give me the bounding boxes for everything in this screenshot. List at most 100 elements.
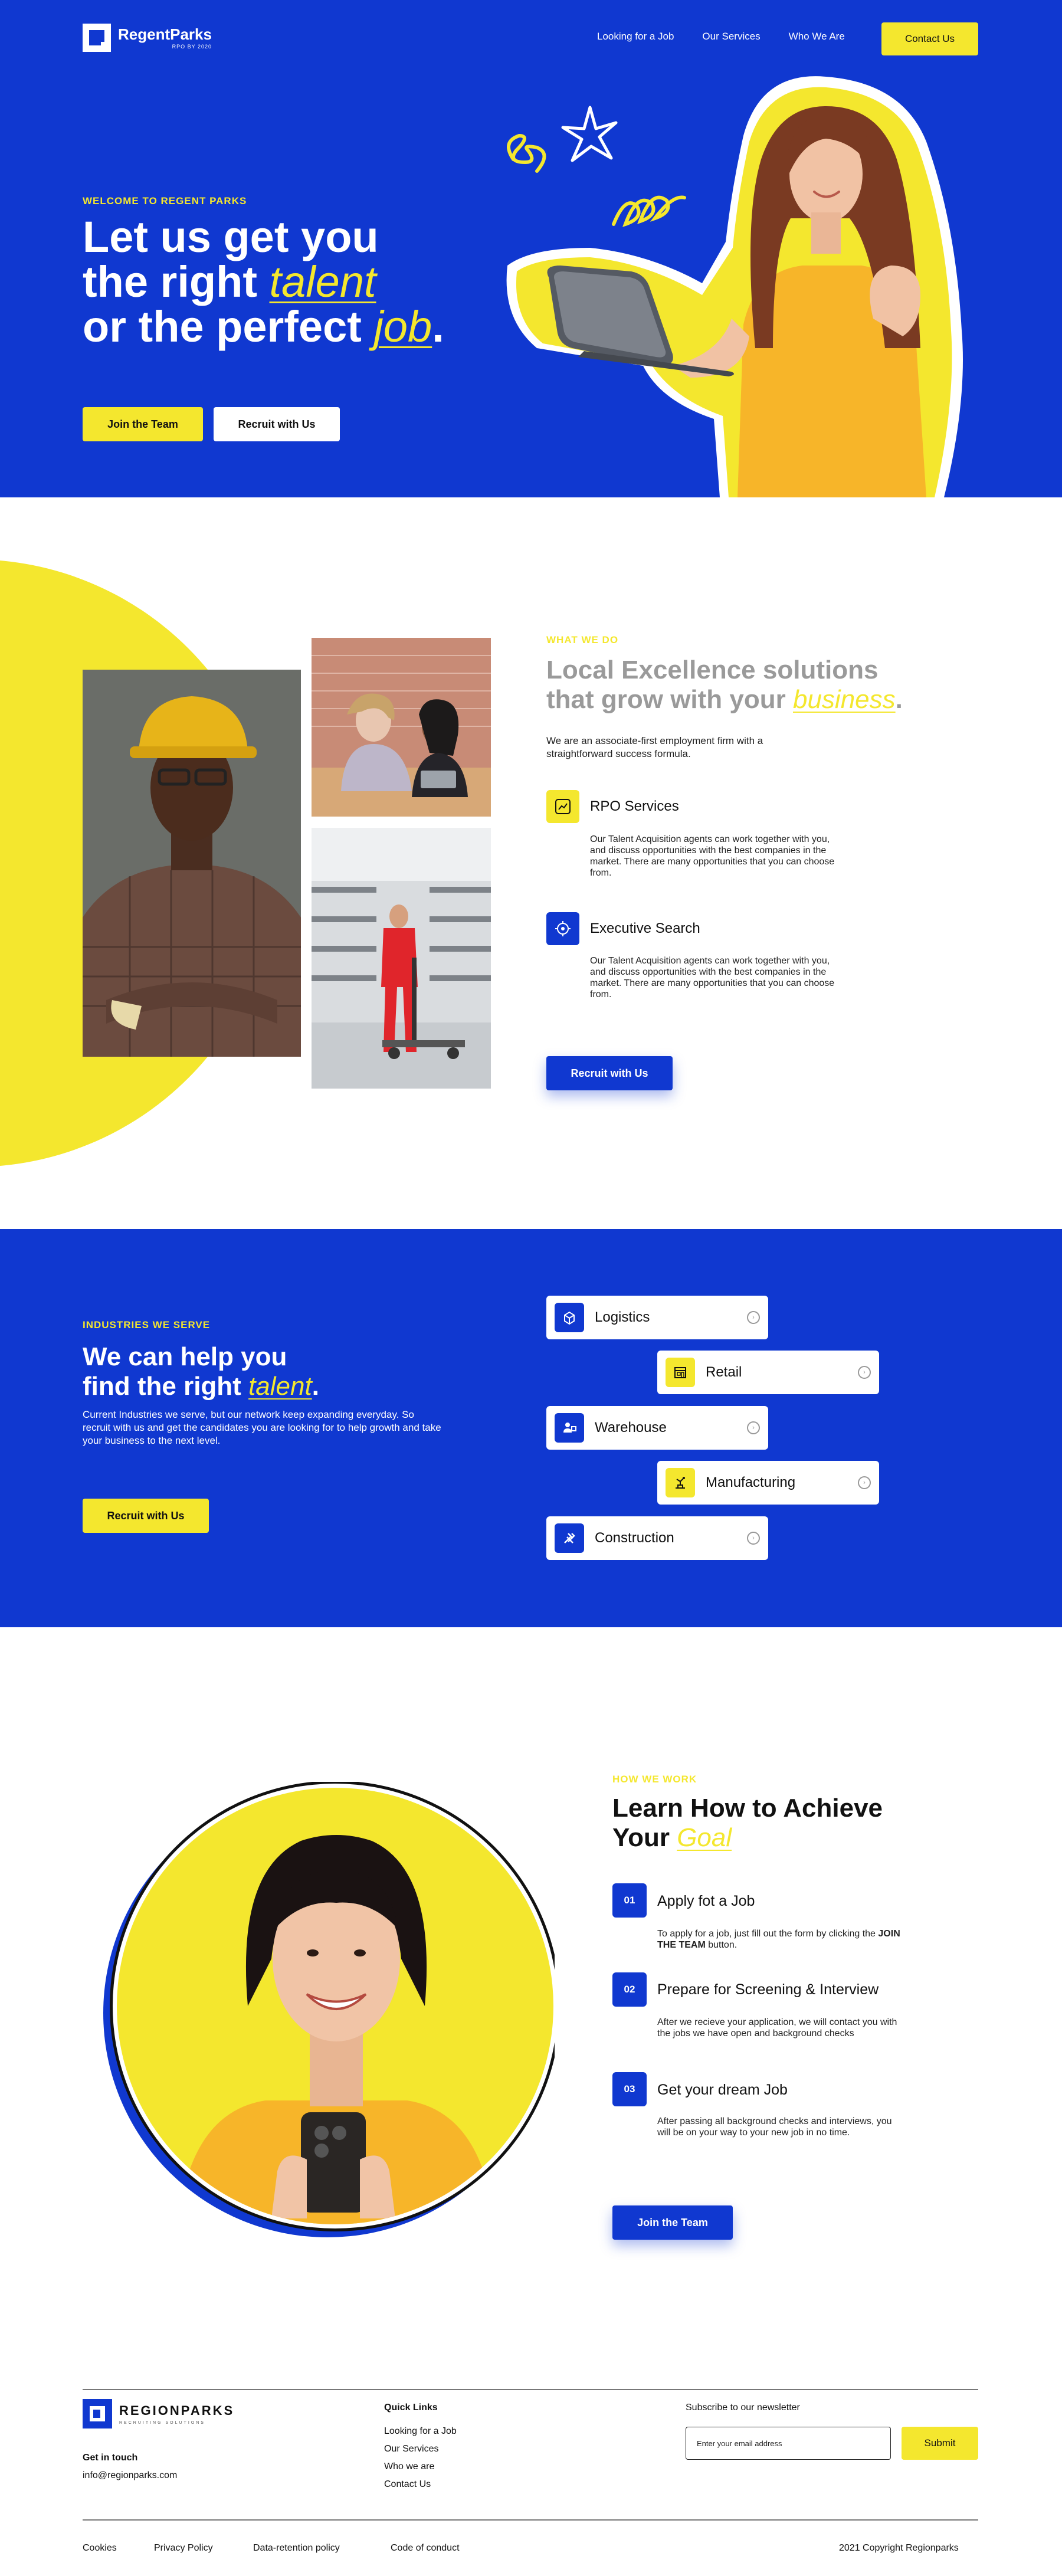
site-logo[interactable]: RegentParks RPO BY 2020 [83, 24, 212, 52]
what-we-do-accent-business: business [792, 685, 896, 714]
step-number-3: 03 [612, 2072, 647, 2106]
footer-link-data-retention[interactable]: Data-retention policy [253, 2543, 340, 2554]
how-we-work-section: HOW WE WORK Learn How to Achieve Your Go… [0, 1627, 1062, 2388]
step-number-1: 01 [612, 1883, 647, 1918]
construction-tools-icon [555, 1523, 584, 1553]
industries-accent-talent: talent [248, 1372, 312, 1401]
arrow-right-icon: › [858, 1366, 871, 1379]
step-title-2: Prepare for Screening & Interview [657, 1981, 879, 1998]
squiggle-left-icon [507, 133, 546, 173]
recruit-with-us-button-industries[interactable]: Recruit with Us [83, 1499, 209, 1533]
footer-logo[interactable]: REGIONPARKS RECRUITING SOLUTIONS [83, 2399, 234, 2428]
step-desc-1-post: button. [705, 1940, 738, 1950]
what-we-do-section: WHAT WE DO Local Excellence solutions th… [0, 497, 1062, 1229]
squiggle-right-icon [612, 195, 686, 227]
what-we-do-lead: We are an associate-first employment fir… [546, 735, 763, 759]
nav-link-looking-for-job[interactable]: Looking for a Job [597, 31, 674, 42]
newsletter-email-input[interactable] [686, 2427, 891, 2460]
recruit-with-us-button-services[interactable]: Recruit with Us [546, 1056, 673, 1090]
industries-title: We can help you find the right talent. [83, 1342, 460, 1401]
what-we-do-eyebrow: WHAT WE DO [546, 634, 619, 645]
step-desc-1-pre: To apply for a job, just fill out the fo… [657, 1929, 879, 1939]
industries-title-line2: find the right [83, 1372, 249, 1401]
join-team-button-steps[interactable]: Join the Team [612, 2205, 733, 2240]
join-team-button[interactable]: Join the Team [83, 407, 203, 441]
step-desc-3: After passing all background checks and … [657, 2116, 892, 2138]
industry-label-manufacturing: Manufacturing [706, 1474, 796, 1490]
executive-search-icon [546, 912, 579, 945]
office-meeting-photo [312, 638, 491, 817]
what-we-do-title-line2: that grow with your [546, 685, 793, 714]
industry-label-warehouse: Warehouse [595, 1420, 667, 1436]
hero-title-line3: or the perfect [83, 302, 374, 351]
smiling-woman-phone-photo [103, 1782, 555, 2237]
newsletter-submit-button[interactable]: Submit [902, 2427, 978, 2460]
footer-get-in-touch: Get in touch [83, 2453, 138, 2463]
how-we-work-title-line1: Learn How to Achieve [612, 1794, 883, 1823]
hero-accent-talent: talent [269, 257, 376, 306]
what-we-do-title: Local Excellence solutions that grow wit… [546, 656, 924, 715]
hero-eyebrow: WELCOME TO REGENT PARKS [83, 195, 247, 207]
footer-email-link[interactable]: info@regionparks.com [83, 2470, 177, 2481]
how-we-work-eyebrow: HOW WE WORK [612, 1774, 697, 1785]
industry-label-logistics: Logistics [595, 1309, 650, 1325]
footer-link-who-we-are[interactable]: Who we are [384, 2462, 434, 2472]
industry-card-construction[interactable]: Construction › [546, 1516, 768, 1560]
industry-label-retail: Retail [706, 1364, 742, 1380]
footer-copyright: 2021 Copyright Regionparks [839, 2543, 959, 2553]
footer-logo-text: REGIONPARKS [119, 2403, 235, 2418]
sparkle-star-icon [561, 106, 618, 162]
arrow-right-icon: › [747, 1532, 760, 1545]
hero-title-period: . [432, 302, 444, 351]
logo-subtext: RPO BY 2020 [172, 43, 212, 50]
step-title-3: Get your dream Job [657, 2082, 788, 2098]
footer-link-our-services[interactable]: Our Services [384, 2444, 438, 2454]
arrow-right-icon: › [747, 1311, 760, 1324]
footer-link-privacy-policy[interactable]: Privacy Policy [154, 2543, 213, 2554]
industry-card-warehouse[interactable]: Warehouse › [546, 1406, 768, 1450]
footer-quick-links-heading: Quick Links [384, 2403, 438, 2413]
footer-link-contact-us[interactable]: Contact Us [384, 2479, 431, 2490]
contact-us-button[interactable]: Contact Us [881, 22, 978, 55]
industry-card-manufacturing[interactable]: Manufacturing › [657, 1461, 879, 1505]
hero-title-line1: Let us get you [83, 212, 379, 261]
arrow-right-icon: › [747, 1421, 760, 1434]
footer-newsletter-heading: Subscribe to our newsletter [686, 2403, 800, 2413]
hero-section: RegentParks RPO BY 2020 Looking for a Jo… [0, 0, 1062, 497]
recruit-with-us-button[interactable]: Recruit with Us [214, 407, 340, 441]
industries-lead: Current Industries we serve, but our net… [83, 1409, 441, 1446]
arrow-right-icon: › [858, 1476, 871, 1489]
footer-logo-mark-icon [83, 2399, 112, 2428]
step-desc-1: To apply for a job, just fill out the fo… [657, 1928, 905, 1951]
footer-logo-subtext: RECRUITING SOLUTIONS [119, 2420, 205, 2425]
executive-search-desc: Our Talent Acquisition agents can work t… [590, 956, 835, 999]
nav-link-who-we-are[interactable]: Who We Are [789, 31, 845, 42]
retail-icon [666, 1358, 695, 1387]
industries-title-line1: We can help you [83, 1342, 287, 1371]
rpo-services-title: RPO Services [590, 798, 679, 814]
warehouse-icon [555, 1413, 584, 1443]
construction-worker-photo [83, 670, 301, 1057]
main-nav: Looking for a Job Our Services Who We Ar… [597, 31, 845, 42]
how-we-work-title-line2: Your [612, 1823, 677, 1852]
how-we-work-accent-goal: Goal [677, 1823, 732, 1852]
industry-card-logistics[interactable]: Logistics › [546, 1296, 768, 1339]
executive-search-title: Executive Search [590, 920, 700, 936]
logistics-icon [555, 1303, 584, 1332]
footer-link-cookies[interactable]: Cookies [83, 2543, 117, 2554]
warehouse-worker-photo [312, 828, 491, 1089]
industry-card-retail[interactable]: Retail › [657, 1351, 879, 1394]
industries-section: INDUSTRIES WE SERVE We can help you find… [0, 1229, 1062, 1627]
hero-accent-job: job [373, 302, 432, 351]
manufacturing-icon [666, 1468, 695, 1497]
footer-link-looking-for-job[interactable]: Looking for a Job [384, 2426, 457, 2437]
nav-link-our-services[interactable]: Our Services [702, 31, 760, 42]
industries-title-period: . [312, 1372, 319, 1401]
step-number-2: 02 [612, 1972, 647, 2007]
rpo-services-icon [546, 790, 579, 823]
hero-woman-laptop-illustration [506, 76, 963, 497]
hero-title-line2: the right [83, 257, 270, 306]
industries-eyebrow: INDUSTRIES WE SERVE [83, 1319, 211, 1330]
footer-link-code-of-conduct[interactable]: Code of conduct [391, 2543, 460, 2554]
industry-label-construction: Construction [595, 1530, 674, 1546]
